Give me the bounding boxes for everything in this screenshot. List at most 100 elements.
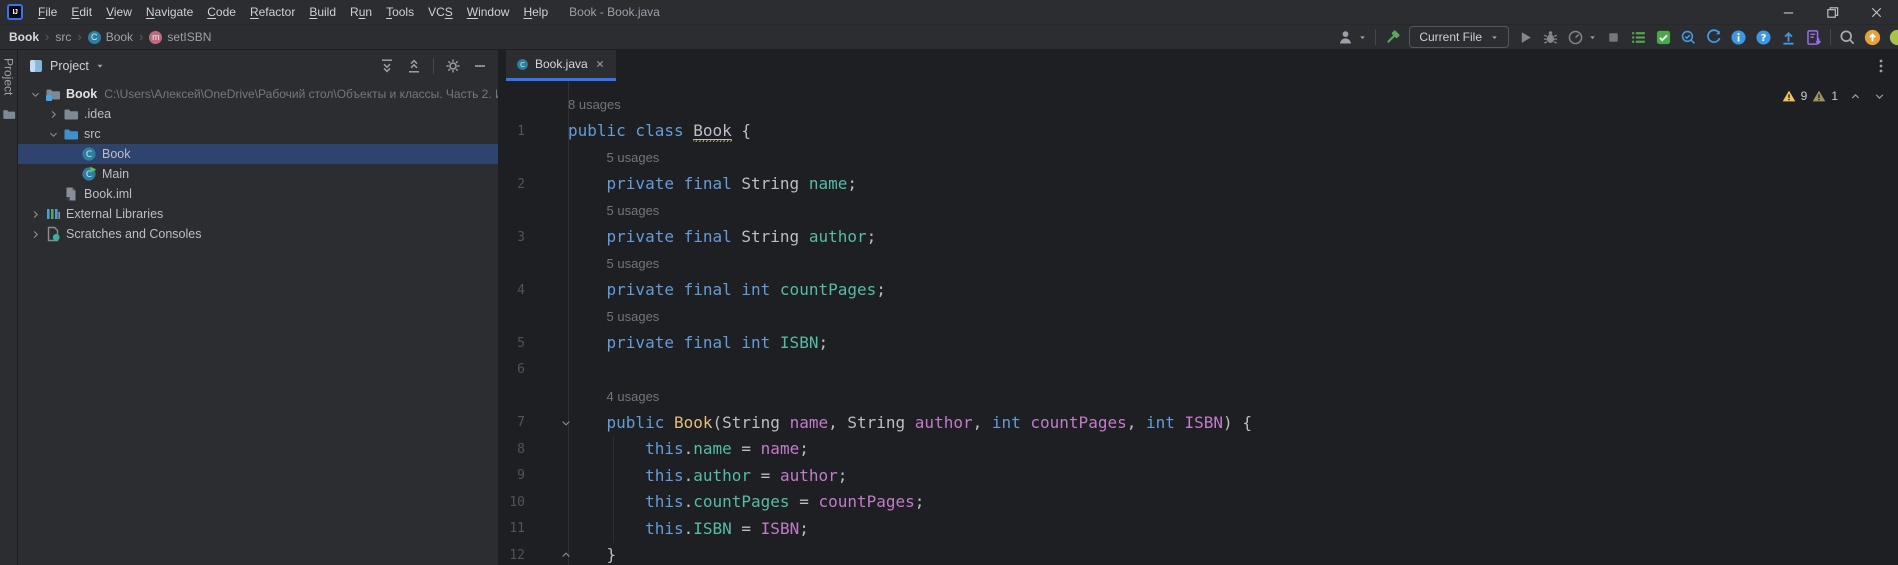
profiler-button[interactable] <box>1567 29 1584 46</box>
gutter-line-11[interactable]: 11 <box>499 516 568 543</box>
tree-item--idea[interactable]: .idea <box>18 104 498 124</box>
usage-hint[interactable]: 5 usages <box>607 256 660 271</box>
chevron-down-icon[interactable] <box>44 126 62 142</box>
fold-down-icon[interactable] <box>560 417 572 429</box>
gutter-line-3[interactable]: 3 <box>499 224 568 251</box>
menu-build[interactable]: Build <box>302 0 343 24</box>
svg-text:C: C <box>520 60 525 69</box>
expand-all-button[interactable] <box>379 58 395 74</box>
tree-item-main[interactable]: C Main <box>18 164 498 184</box>
edge-avatar-button[interactable] <box>1889 29 1898 46</box>
window-restore-button[interactable] <box>1825 5 1840 20</box>
project-panel-title[interactable]: Project <box>50 59 89 73</box>
breadcrumb-separator: › <box>45 28 50 44</box>
tree-item-scratches-and-consoles[interactable]: Scratches and Consoles <box>18 224 498 244</box>
debug-bug-button[interactable] <box>1542 29 1559 46</box>
warning-dim-icon[interactable] <box>1812 89 1826 103</box>
menu-navigate[interactable]: Navigate <box>139 0 200 24</box>
chevron-right-icon[interactable] <box>26 206 44 222</box>
token-prm: countPages <box>1030 412 1127 432</box>
folder-icon[interactable] <box>2 107 16 121</box>
notification-orange-button[interactable] <box>1864 29 1881 46</box>
tree-item-book[interactable]: C Book <box>18 144 498 164</box>
chevron-down-icon[interactable] <box>1588 33 1597 42</box>
breadcrumb-src[interactable]: src <box>55 30 71 44</box>
warning-bright-icon[interactable] <box>1782 89 1796 103</box>
usage-hint[interactable]: 5 usages <box>607 150 660 165</box>
breadcrumb-book[interactable]: Book <box>9 30 39 44</box>
chevron-right-icon[interactable] <box>26 226 44 242</box>
inspections-widget[interactable]: 91 <box>1782 89 1886 103</box>
tab-label: Book.java <box>535 57 588 71</box>
gutter-line-1[interactable]: 1 <box>499 118 568 145</box>
push-upload-button[interactable] <box>1780 29 1797 46</box>
tree-item-src[interactable]: src <box>18 124 498 144</box>
usage-hint[interactable]: 5 usages <box>607 309 660 324</box>
gutter-line-10[interactable]: 10 <box>499 489 568 516</box>
chevron-down-icon[interactable] <box>26 86 44 102</box>
token-pl: = <box>731 518 761 538</box>
gutter-line-12[interactable]: 12 <box>499 542 570 565</box>
build-hammer-button[interactable] <box>1384 29 1401 46</box>
project-stripe-label[interactable]: Project <box>2 58 16 95</box>
gutter-line-5[interactable]: 5 <box>499 330 568 357</box>
stop-icon <box>1605 29 1622 46</box>
todo-list-button[interactable] <box>1630 29 1647 46</box>
menu-vcs[interactable]: VCS <box>421 0 460 24</box>
hide-panel-button[interactable] <box>472 58 488 74</box>
chevron-down-icon[interactable] <box>95 61 105 71</box>
gutter-line-7[interactable]: 7 <box>499 410 570 437</box>
tree-item-external-libraries[interactable]: External Libraries <box>18 204 498 224</box>
chevron-down-icon[interactable] <box>1358 33 1367 42</box>
window-close-button[interactable] <box>1869 5 1884 20</box>
chevron-up-icon[interactable] <box>1849 90 1862 103</box>
gutter-line-4[interactable]: 4 <box>499 277 568 304</box>
usage-hint[interactable]: 4 usages <box>607 389 660 404</box>
pull-request-button[interactable] <box>1805 29 1822 46</box>
gutter-line-6[interactable]: 6 <box>499 357 568 384</box>
menu-window[interactable]: Window <box>460 0 517 24</box>
breadcrumb-setisbn[interactable]: m setISBN <box>149 30 211 44</box>
breadcrumb-book[interactable]: C Book <box>87 30 133 44</box>
token-kw: public <box>606 412 674 432</box>
gutter-line-2[interactable]: 2 <box>499 171 568 198</box>
more-options-icon[interactable] <box>1878 58 1884 74</box>
commit-checkbox-button[interactable] <box>1655 29 1672 46</box>
menu-edit[interactable]: Edit <box>64 0 99 24</box>
info-button[interactable] <box>1730 29 1747 46</box>
tree-item-book-iml[interactable]: Book.iml <box>18 184 498 204</box>
gutter-line-9[interactable]: 9 <box>499 463 568 490</box>
usage-hint-row: 4 usages <box>499 383 1898 410</box>
settings-gear-button[interactable] <box>445 58 461 74</box>
editor-body[interactable]: 8 usages 1 public class Book { 5 usages 2 p… <box>499 81 1898 565</box>
menu-view[interactable]: View <box>99 0 139 24</box>
window-minimize-button[interactable] <box>1781 5 1796 20</box>
menu-run[interactable]: Run <box>343 0 379 24</box>
menu-file[interactable]: File <box>31 0 64 24</box>
run-play-button[interactable] <box>1517 29 1534 46</box>
run-configuration-selector[interactable]: Current File <box>1409 26 1509 48</box>
token-pl: . <box>683 518 694 538</box>
menu-help[interactable]: Help <box>516 0 555 24</box>
todo-list-icon <box>1630 29 1647 46</box>
help-button[interactable]: ? <box>1755 29 1772 46</box>
code-cell: 4 usages <box>568 383 660 411</box>
menu-refactor[interactable]: Refactor <box>243 0 302 24</box>
user-profile-button[interactable] <box>1337 29 1354 46</box>
gutter-line-8[interactable]: 8 <box>499 436 568 463</box>
menu-code[interactable]: Code <box>200 0 243 24</box>
inspect-code-button[interactable] <box>1680 29 1697 46</box>
close-icon[interactable] <box>594 58 606 70</box>
chevron-right-icon[interactable] <box>44 106 62 122</box>
tree-item-book[interactable]: Book C:\Users\Алексей\OneDrive\Рабочий ст… <box>18 84 498 104</box>
sync-refresh-button[interactable] <box>1705 28 1722 46</box>
usage-hint[interactable]: 5 usages <box>607 203 660 218</box>
search-everywhere-button[interactable] <box>1839 29 1856 46</box>
menu-tools[interactable]: Tools <box>379 0 421 24</box>
tab-book-java[interactable]: C Book.java <box>506 50 616 81</box>
stop-button[interactable] <box>1605 29 1622 46</box>
usage-hint[interactable]: 8 usages <box>568 97 621 112</box>
chevron-down-icon[interactable] <box>1873 90 1886 103</box>
fold-up-icon[interactable] <box>560 549 572 561</box>
collapse-all-button[interactable] <box>406 58 422 74</box>
